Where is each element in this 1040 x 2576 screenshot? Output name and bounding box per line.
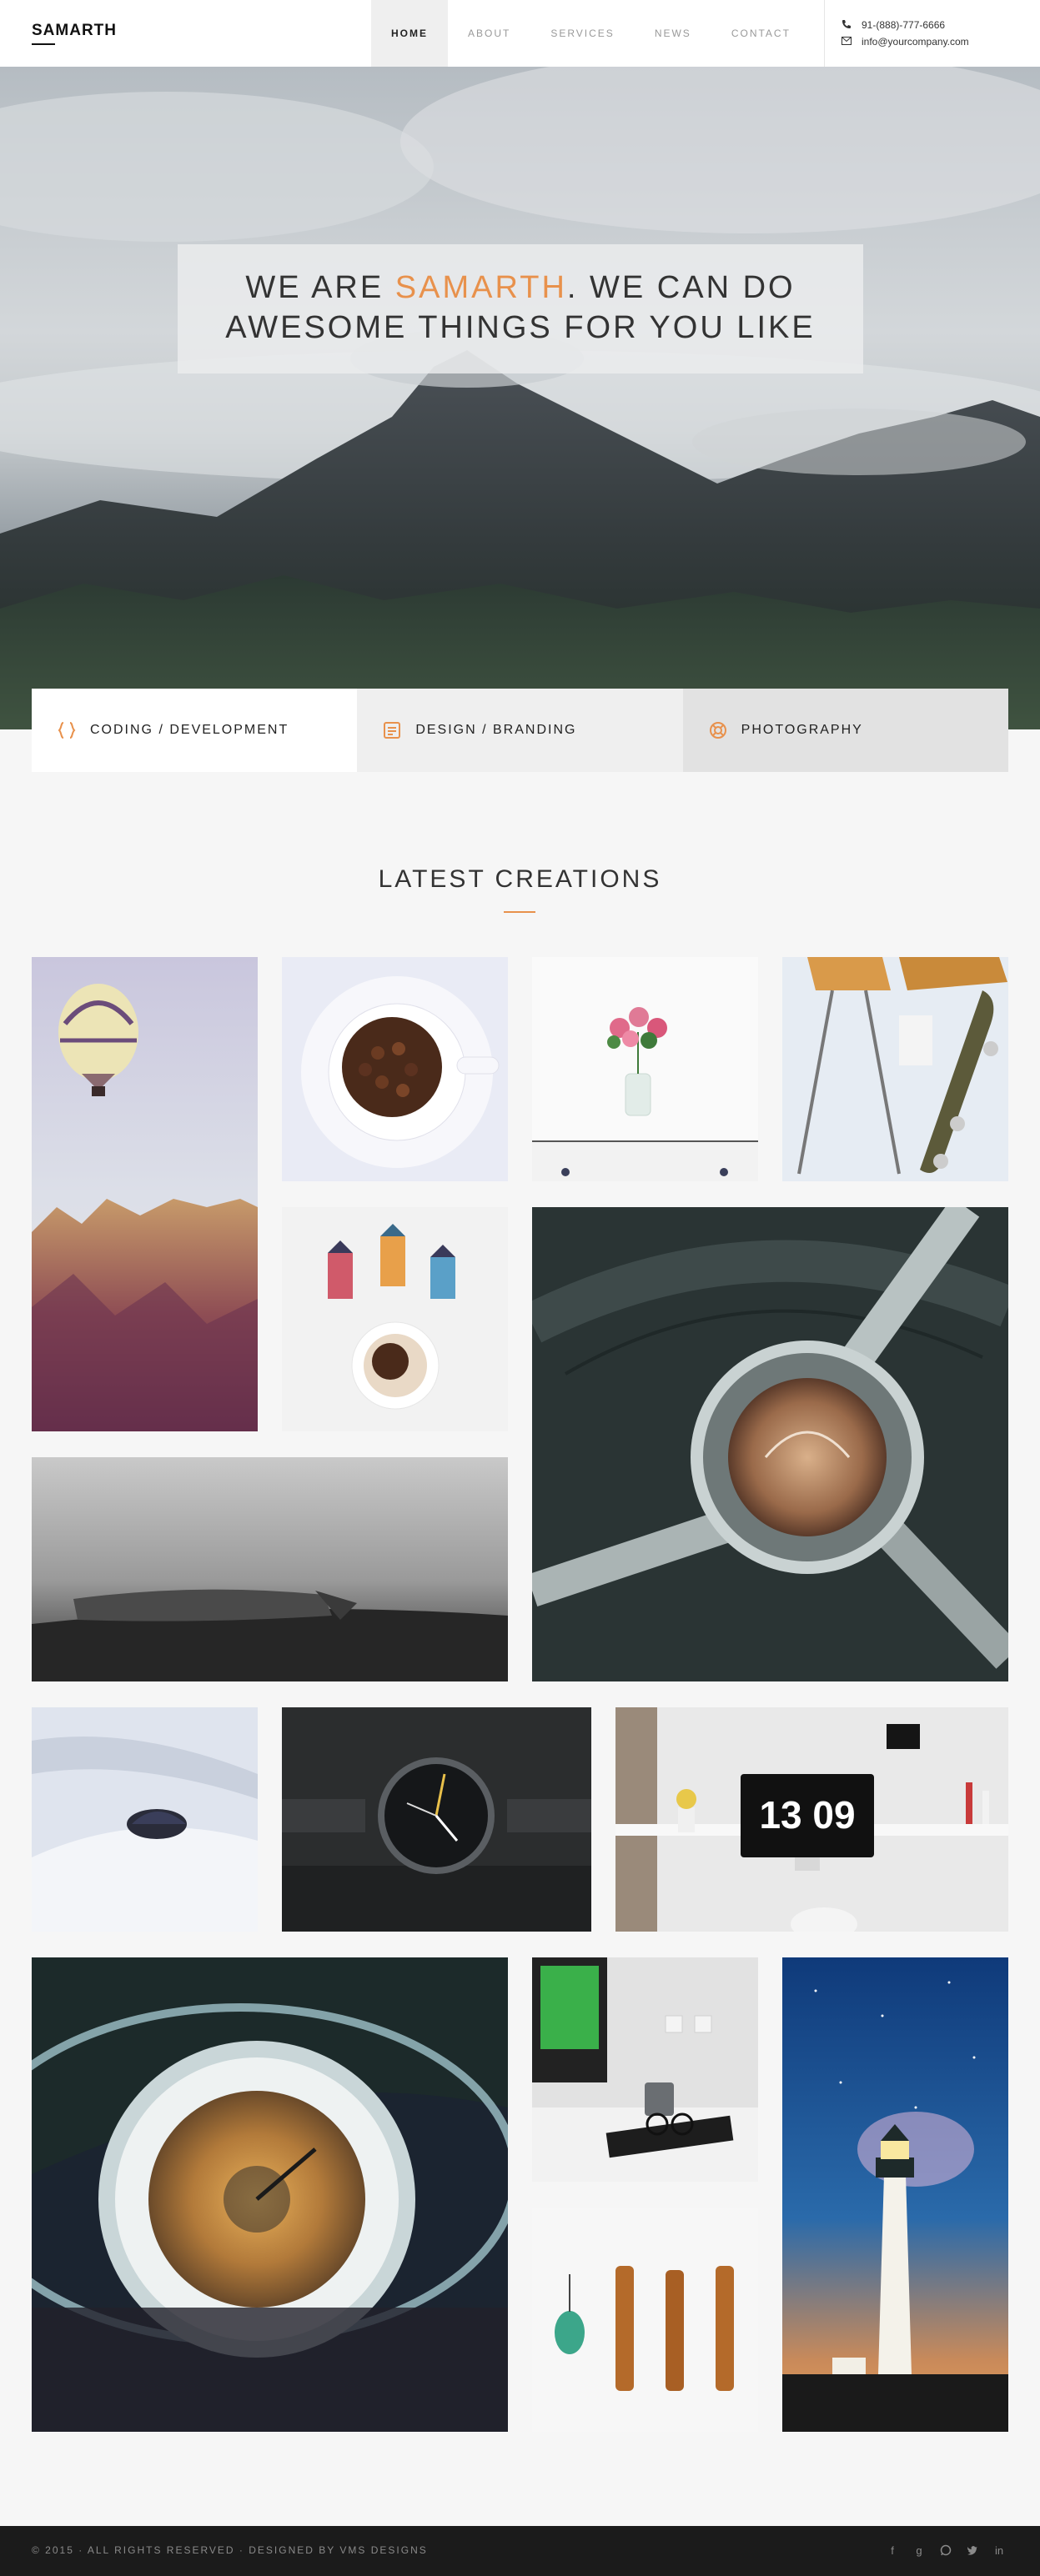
contact-info: 91-(888)-777-6666 info@yourcompany.com <box>824 0 1040 67</box>
crashed-plane-image <box>32 1457 508 1681</box>
service-coding[interactable]: CODING / DEVELOPMENT <box>32 689 358 772</box>
services-bar: CODING / DEVELOPMENT DESIGN / BRANDING P… <box>32 689 1008 772</box>
logo-underline <box>32 43 55 45</box>
site-header: SAMARTH HOME ABOUT SERVICES NEWS CONTACT… <box>0 0 1040 67</box>
hero-headline-line-1: WE ARE SAMARTH. WE CAN DO <box>178 268 863 308</box>
hero-text-part: WE ARE <box>245 270 395 305</box>
phone-row: 91-(888)-777-6666 <box>842 17 1040 33</box>
section-title: LATEST CREATIONS <box>378 865 662 893</box>
gallery-crashed-plane[interactable] <box>32 1457 508 1681</box>
skateboard-chair-image <box>782 957 1008 1181</box>
hero-headline-line-2: AWESOME THINGS FOR YOU LIKE <box>225 310 816 345</box>
cinnamon-sticks-image <box>532 2208 758 2432</box>
service-label: DESIGN / BRANDING <box>415 723 577 737</box>
gallery-car-steering-wheel[interactable] <box>532 1207 1008 1681</box>
flower-vase-image <box>532 957 758 1181</box>
nav-about[interactable]: ABOUT <box>448 0 530 67</box>
gallery-pocket-watch[interactable] <box>32 1957 508 2432</box>
copyright-text: © 2015 · ALL RIGHTS RESERVED · DESIGNED … <box>32 2544 428 2556</box>
hero-brand-accent: SAMARTH <box>394 270 567 305</box>
logo[interactable]: SAMARTH <box>32 22 117 40</box>
coffee-beans-image <box>282 957 508 1181</box>
gallery-skateboard-chair[interactable] <box>782 957 1008 1181</box>
desk-glasses-image <box>532 1957 758 2182</box>
nav-contact[interactable]: CONTACT <box>711 0 811 67</box>
gallery-houses-coffee[interactable] <box>282 1207 508 1431</box>
code-braces-icon <box>57 720 77 740</box>
hero-banner: WE ARE SAMARTH. WE CAN DO AWESOME THINGS… <box>0 67 1040 729</box>
lifebuoy-icon <box>708 720 728 740</box>
wrist-watch-image <box>282 1707 591 1932</box>
gallery-balloon-canyon[interactable] <box>32 957 258 1431</box>
white-car-detail-image <box>32 1707 258 1932</box>
gallery-desk-glasses[interactable] <box>532 1957 758 2182</box>
hero-headline-box: WE ARE SAMARTH. WE CAN DO AWESOME THINGS… <box>178 244 863 373</box>
linkedin-icon[interactable]: in <box>990 2541 1008 2559</box>
nav-home[interactable]: HOME <box>371 0 448 67</box>
balloon-canyon-image <box>32 957 258 1431</box>
envelope-icon <box>842 36 855 48</box>
phone-icon <box>842 19 855 32</box>
layout-icon <box>382 720 402 740</box>
service-label: PHOTOGRAPHY <box>741 723 863 737</box>
email-address[interactable]: info@yourcompany.com <box>862 36 969 48</box>
car-steering-wheel-image <box>532 1207 1008 1681</box>
desk-imac-image: 13 09 <box>615 1707 1008 1932</box>
whatsapp-icon[interactable] <box>937 2541 955 2559</box>
pocket-watch-image <box>32 1957 508 2432</box>
nav-services[interactable]: SERVICES <box>530 0 634 67</box>
gallery-white-car-detail[interactable] <box>32 1707 258 1932</box>
site-footer: © 2015 · ALL RIGHTS RESERVED · DESIGNED … <box>0 2526 1040 2576</box>
facebook-icon[interactable]: f <box>883 2541 902 2559</box>
google-plus-icon[interactable]: g <box>910 2541 928 2559</box>
gallery-flower-vase[interactable] <box>532 957 758 1181</box>
hero-text-part: . WE CAN DO <box>566 270 796 305</box>
service-design[interactable]: DESIGN / BRANDING <box>357 689 683 772</box>
main-nav: HOME ABOUT SERVICES NEWS CONTACT <box>371 0 811 67</box>
social-links: f g in <box>875 2541 1008 2559</box>
twitter-icon[interactable] <box>963 2541 982 2559</box>
gallery-coffee-beans[interactable] <box>282 957 508 1181</box>
hero-mountain-image <box>0 67 1040 729</box>
clock-display: 13 09 <box>759 1793 855 1837</box>
gallery-desk-imac[interactable]: 13 09 <box>615 1707 1008 1932</box>
gallery-lighthouse[interactable] <box>782 1957 1008 2432</box>
service-label: CODING / DEVELOPMENT <box>90 723 289 737</box>
service-photography[interactable]: PHOTOGRAPHY <box>682 689 1008 772</box>
phone-number[interactable]: 91-(888)-777-6666 <box>862 19 945 31</box>
gallery-wrist-watch[interactable] <box>282 1707 591 1932</box>
email-row: info@yourcompany.com <box>842 33 1040 50</box>
lighthouse-image <box>782 1957 1008 2432</box>
gallery-cinnamon-sticks[interactable] <box>532 2208 758 2432</box>
section-title-rule <box>504 911 535 913</box>
houses-coffee-image <box>282 1207 508 1431</box>
nav-news[interactable]: NEWS <box>635 0 711 67</box>
